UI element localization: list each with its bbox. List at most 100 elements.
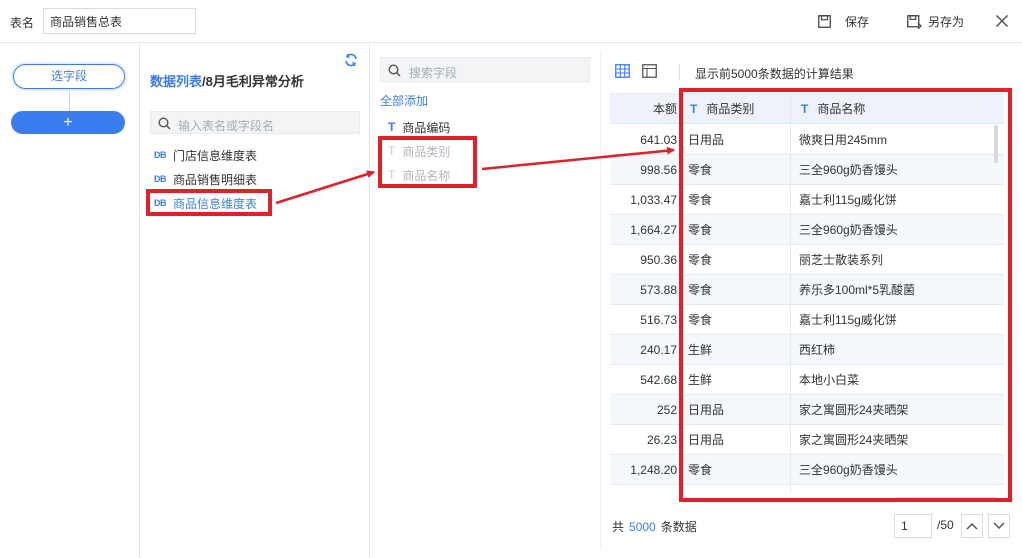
column-header[interactable]: T 商品类别: [680, 94, 791, 124]
table-list-title: 数据列表/8月毛利异常分析: [150, 71, 304, 90]
table-item-sales-detail[interactable]: DB 商品销售明细表: [154, 169, 257, 189]
next-page-button[interactable]: [988, 514, 1010, 538]
table-cell: 生鲜: [680, 335, 791, 365]
table-header-row: 本额 T 商品类别 T 商品名称: [610, 94, 1004, 124]
data-preview-panel: 显示前5000条数据的计算结果 本额 T 商品类别 T 商品名称 641.03 日用品…: [600, 52, 1022, 548]
table-row[interactable]: 1,248.20 零食 三全960g奶香馒头: [610, 455, 1004, 485]
save-icon: [818, 15, 831, 28]
table-cell: 零食: [680, 485, 791, 493]
add-all-fields-link[interactable]: 全部添加: [380, 92, 428, 109]
table-cell: 零食: [680, 275, 791, 305]
table-cell: 26.23: [610, 425, 680, 455]
table-row[interactable]: 1,664.27 零食 三全960g奶香馒头: [610, 215, 1004, 245]
grid-view-icon[interactable]: [615, 64, 630, 81]
text-type-icon: T: [388, 144, 396, 158]
field-search-placeholder: 搜索字段: [409, 66, 458, 80]
record-count-prefix: 共: [612, 520, 625, 534]
table-row[interactable]: 641.03 日用品 微爽日用245mm: [610, 125, 1004, 155]
save-as-label: 另存为: [928, 15, 965, 29]
table-item-store-dimension[interactable]: DB 门店信息维度表: [154, 145, 257, 165]
table-item-label: 门店信息维度表: [173, 148, 258, 163]
field-item-label: 商品类别: [402, 144, 451, 159]
select-fields-step-button[interactable]: 选字段: [13, 64, 125, 89]
close-icon[interactable]: [994, 13, 1010, 29]
table-cell: 641.03: [610, 125, 680, 155]
database-icon: DB: [154, 174, 167, 184]
column-header[interactable]: T 商品名称: [791, 94, 1004, 124]
table-row[interactable]: 573.88 零食 养乐多100ml*5乳酸菌: [610, 275, 1004, 305]
page-number-input[interactable]: [894, 514, 932, 538]
previous-page-button[interactable]: [961, 514, 983, 538]
toolbar-divider: [679, 64, 680, 80]
table-cell: 西红柿: [799, 343, 836, 357]
text-type-icon: T: [690, 102, 698, 116]
table-cell: 生鲜: [680, 365, 791, 395]
table-cell: 950.36: [610, 245, 680, 275]
column-header[interactable]: 本额: [610, 94, 680, 124]
table-item-product-dimension[interactable]: DB 商品信息维度表: [154, 193, 257, 213]
table-row[interactable]: 240.17 生鲜 西红柿: [610, 335, 1004, 365]
table-cell: 本地小白菜: [799, 373, 860, 387]
table-row[interactable]: 516.73 零食 嘉士利115g威化饼: [610, 305, 1004, 335]
table-cell: 240.17: [610, 335, 680, 365]
table-name-input[interactable]: [43, 8, 196, 34]
step-panel: 选字段 +: [0, 44, 140, 558]
table-cell: 1,248.20: [610, 455, 680, 485]
field-item-product-category[interactable]: T 商品类别: [388, 141, 450, 161]
save-button[interactable]: 保存: [818, 13, 869, 30]
save-as-icon: [907, 14, 922, 29]
chevron-up-icon: [966, 519, 978, 533]
field-item-label: 商品名称: [402, 168, 451, 183]
refresh-icon[interactable]: [344, 53, 358, 67]
table-cell: 丽芝士散装系列: [791, 485, 1004, 493]
top-bar: 表名 保存 另存为: [0, 0, 1022, 43]
table-search-placeholder: 输入表名或字段名: [178, 119, 275, 133]
table-item-label: 商品销售明细表: [173, 172, 258, 187]
field-item-product-name[interactable]: T 商品名称: [388, 165, 450, 185]
chevron-down-icon: [993, 519, 1005, 533]
table-search-input[interactable]: 输入表名或字段名: [150, 111, 360, 134]
table-cell: 零食: [680, 155, 791, 185]
vertical-scrollbar[interactable]: [994, 125, 998, 163]
table-cell: 日用品: [680, 125, 791, 155]
field-search-input[interactable]: 搜索字段: [380, 57, 590, 82]
table-cell: 零食: [680, 245, 791, 275]
save-as-button[interactable]: 另存为: [907, 13, 964, 30]
table-cell: 1,405.54: [610, 485, 680, 493]
table-row[interactable]: 1,405.54零食丽芝士散装系列: [610, 485, 1004, 493]
table-cell: 573.88: [610, 275, 680, 305]
table-row[interactable]: 998.56 零食 三全960g奶香馒头: [610, 155, 1004, 185]
table-row[interactable]: 1,033.47 零食 嘉士利115g威化饼: [610, 185, 1004, 215]
table-item-label: 商品信息维度表: [173, 196, 258, 211]
table-cell: 三全960g奶香馒头: [799, 463, 898, 477]
table-list-panel: 数据列表/8月毛利异常分析 输入表名或字段名 DB 门店信息维度表 DB 商品销…: [141, 44, 370, 558]
field-item-product-code[interactable]: T 商品编码: [388, 117, 450, 137]
table-cell: 三全960g奶香馒头: [799, 163, 898, 177]
field-list-panel: 搜索字段 全部添加 T 商品编码 T 商品类别 T 商品名称: [371, 44, 599, 558]
horizontal-scrollbar[interactable]: [895, 497, 998, 502]
data-list-link[interactable]: 数据列表: [150, 74, 202, 89]
table-row[interactable]: 950.36 零食 丽芝士散装系列: [610, 245, 1004, 275]
table-cell: 丽芝士散装系列: [799, 253, 884, 267]
record-count: 共 5000 条数据: [612, 518, 697, 535]
table-cell: 零食: [680, 185, 791, 215]
save-label: 保存: [845, 15, 870, 29]
database-icon: DB: [154, 150, 167, 160]
table-cell: 嘉士利115g威化饼: [799, 313, 897, 327]
table-cell: 零食: [680, 215, 791, 245]
record-count-suffix: 条数据: [660, 520, 697, 534]
table-cell: 嘉士利115g威化饼: [799, 193, 897, 207]
table-cell: 998.56: [610, 155, 680, 185]
table-name-label: 表名: [10, 16, 35, 30]
preview-info-text: 显示前5000条数据的计算结果: [695, 67, 854, 81]
field-item-label: 商品编码: [402, 120, 451, 135]
table-cell: 微爽日用245mm: [799, 133, 888, 147]
layout-view-icon[interactable]: [642, 64, 657, 81]
add-step-button[interactable]: +: [11, 111, 125, 134]
database-icon: DB: [154, 198, 167, 208]
preview-table[interactable]: 本额 T 商品类别 T 商品名称 641.03 日用品 微爽日用245mm 998.56 零…: [610, 93, 1004, 493]
table-row[interactable]: 252 日用品 家之寓圆形24夹晒架: [610, 395, 1004, 425]
table-row[interactable]: 26.23 日用品 家之寓圆形24夹晒架: [610, 425, 1004, 455]
table-row[interactable]: 542.68 生鲜 本地小白菜: [610, 365, 1004, 395]
table-cell: 542.68: [610, 365, 680, 395]
